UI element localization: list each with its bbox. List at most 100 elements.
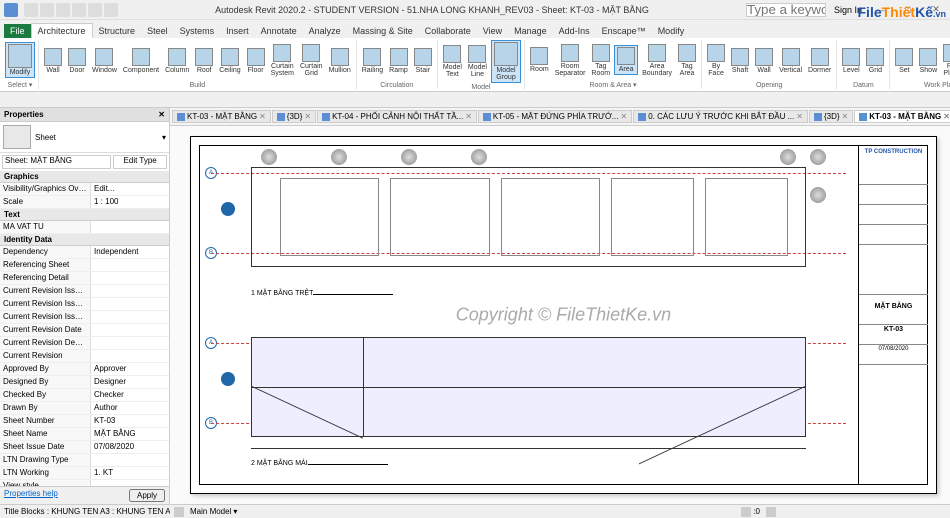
prop-category[interactable]: Identity Data [0, 234, 169, 246]
prop-row[interactable]: Designed ByDesigner [0, 376, 169, 389]
close-icon[interactable]: ✕ [621, 112, 628, 121]
prop-value[interactable]: 1. KT [90, 467, 169, 479]
prop-row[interactable]: Approved ByApprover [0, 363, 169, 376]
prop-row[interactable]: LTN Working1. KT [0, 467, 169, 480]
ribbon-tab-massing-site[interactable]: Massing & Site [347, 24, 419, 38]
prop-row[interactable]: LTN Drawing Type [0, 454, 169, 467]
ribbon-tab-file[interactable]: File [4, 24, 31, 38]
instance-filter[interactable]: Sheet: MẶT BẰNG [2, 155, 111, 169]
close-icon[interactable]: ✕ [259, 112, 266, 121]
door-button[interactable]: Door [66, 47, 88, 75]
grid-button[interactable]: Grid [864, 47, 886, 75]
ref-plane-button[interactable]: Ref Plane [941, 43, 950, 78]
room-button[interactable]: Room [528, 46, 551, 74]
prop-value[interactable]: MẶT BẰNG [90, 428, 169, 440]
ribbon-tab-analyze[interactable]: Analyze [303, 24, 347, 38]
ribbon-tab-systems[interactable]: Systems [174, 24, 221, 38]
prop-row[interactable]: Visibility/Graphics Over...Edit... [0, 183, 169, 196]
column-button[interactable]: Column [163, 47, 191, 75]
curtain-grid-button[interactable]: Curtain Grid [298, 43, 325, 78]
curtain-system-button[interactable]: Curtain System [269, 43, 296, 78]
prop-value[interactable] [90, 272, 169, 284]
ceiling-button[interactable]: Ceiling [217, 47, 242, 75]
prop-row[interactable]: Referencing Sheet [0, 259, 169, 272]
ribbon-tab-architecture[interactable]: Architecture [31, 23, 93, 38]
area-button[interactable]: Area [614, 45, 638, 75]
vertical-button[interactable]: Vertical [777, 47, 804, 75]
model-group-button[interactable]: Model Group [491, 40, 521, 83]
workset-icon[interactable] [174, 507, 184, 517]
properties-help-link[interactable]: Properties help [4, 489, 58, 502]
ribbon-tab-steel[interactable]: Steel [141, 24, 174, 38]
prop-row[interactable]: Sheet Issue Date07/08/2020 [0, 441, 169, 454]
ribbon-tab-view[interactable]: View [477, 24, 508, 38]
view-tab[interactable]: KT-04 - PHỐI CẢNH NỘI THẤT TẦ...✕ [317, 110, 477, 123]
stair-button[interactable]: Stair [412, 47, 434, 75]
prop-category[interactable]: Graphics [0, 171, 169, 183]
ribbon-tab-collaborate[interactable]: Collaborate [419, 24, 477, 38]
qat-undo-icon[interactable] [56, 3, 70, 17]
prop-value[interactable] [90, 221, 169, 233]
prop-row[interactable]: Drawn ByAuthor [0, 402, 169, 415]
view-tab[interactable]: KT-03 - MẶT BẰNG✕ [854, 110, 950, 123]
prop-row[interactable]: Current Revision Date [0, 324, 169, 337]
type-selector[interactable]: Sheet ▾ [0, 122, 169, 153]
qat-print-icon[interactable] [88, 3, 102, 17]
properties-grid[interactable]: GraphicsVisibility/Graphics Over...Edit.… [0, 171, 169, 486]
drawing-canvas[interactable]: TP CONSTRUCTION MẶT BẰNG KT-03 07/08/202… [170, 126, 950, 504]
prop-value[interactable]: KT-03 [90, 415, 169, 427]
ribbon-tab-manage[interactable]: Manage [508, 24, 553, 38]
railing-button[interactable]: Railing [360, 47, 385, 75]
view-tab[interactable]: KT-03 - MẶT BẰNG✕ [172, 110, 271, 123]
close-icon[interactable]: ✕ [943, 112, 950, 121]
ribbon-tab-enscape-[interactable]: Enscape™ [596, 24, 652, 38]
qat-redo-icon[interactable] [72, 3, 86, 17]
mullion-button[interactable]: Mullion [327, 47, 353, 75]
set-button[interactable]: Set [893, 47, 915, 75]
close-icon[interactable]: ✕ [796, 112, 803, 121]
prop-row[interactable]: Sheet NameMẶT BẰNG [0, 428, 169, 441]
roof-button[interactable]: Roof [193, 47, 215, 75]
prop-row[interactable]: DependencyIndependent [0, 246, 169, 259]
prop-category[interactable]: Text [0, 209, 169, 221]
prop-value[interactable] [90, 337, 169, 349]
model-line-button[interactable]: Model Line [466, 44, 489, 79]
prop-row[interactable]: Scale1 : 100 [0, 196, 169, 209]
prop-value[interactable]: Author [90, 402, 169, 414]
prop-row[interactable]: Referencing Detail [0, 272, 169, 285]
model-text-button[interactable]: Model Text [441, 44, 464, 79]
prop-value[interactable]: 1 : 100 [90, 196, 169, 208]
shaft-button[interactable]: Shaft [729, 47, 751, 75]
qat-open-icon[interactable] [24, 3, 38, 17]
show-button[interactable]: Show [917, 47, 939, 75]
level-button[interactable]: Level [840, 47, 862, 75]
floor-button[interactable]: Floor [245, 47, 267, 75]
prop-row[interactable]: Current Revision Descri... [0, 337, 169, 350]
close-icon[interactable]: ✕ [465, 112, 472, 121]
prop-value[interactable] [90, 311, 169, 323]
prop-row[interactable]: Current Revision [0, 350, 169, 363]
select-links-icon[interactable] [741, 507, 751, 517]
component-button[interactable]: Component [121, 47, 161, 75]
view-tab[interactable]: {3D}✕ [809, 110, 853, 123]
ribbon-tab-insert[interactable]: Insert [220, 24, 255, 38]
prop-value[interactable] [90, 350, 169, 362]
prop-value[interactable] [90, 324, 169, 336]
prop-row[interactable]: Current Revision Issued ... [0, 311, 169, 324]
ribbon-tab-structure[interactable]: Structure [93, 24, 142, 38]
viewport-roof-plan[interactable]: A B 2 MẶT BẰNG MÁI [211, 317, 846, 467]
close-icon[interactable]: ✕ [304, 112, 311, 121]
room-separator-button[interactable]: Room Separator [553, 43, 588, 78]
tag-room-button[interactable]: Tag Room [589, 43, 612, 78]
main-model-dropdown[interactable]: Main Model [190, 507, 231, 516]
prop-value[interactable]: Edit... [90, 183, 169, 195]
prop-value[interactable] [90, 285, 169, 297]
qat-measure-icon[interactable] [104, 3, 118, 17]
prop-row[interactable]: Checked ByChecker [0, 389, 169, 402]
by-face-button[interactable]: By Face [705, 43, 727, 78]
view-tab[interactable]: 0. CÁC LƯU Ý TRƯỚC KHI BẮT ĐẦU ...✕ [633, 110, 808, 123]
prop-row[interactable]: Current Revision Issued [0, 285, 169, 298]
wall-button[interactable]: Wall [42, 47, 64, 75]
qat-save-icon[interactable] [40, 3, 54, 17]
prop-row[interactable]: MA VAT TU [0, 221, 169, 234]
